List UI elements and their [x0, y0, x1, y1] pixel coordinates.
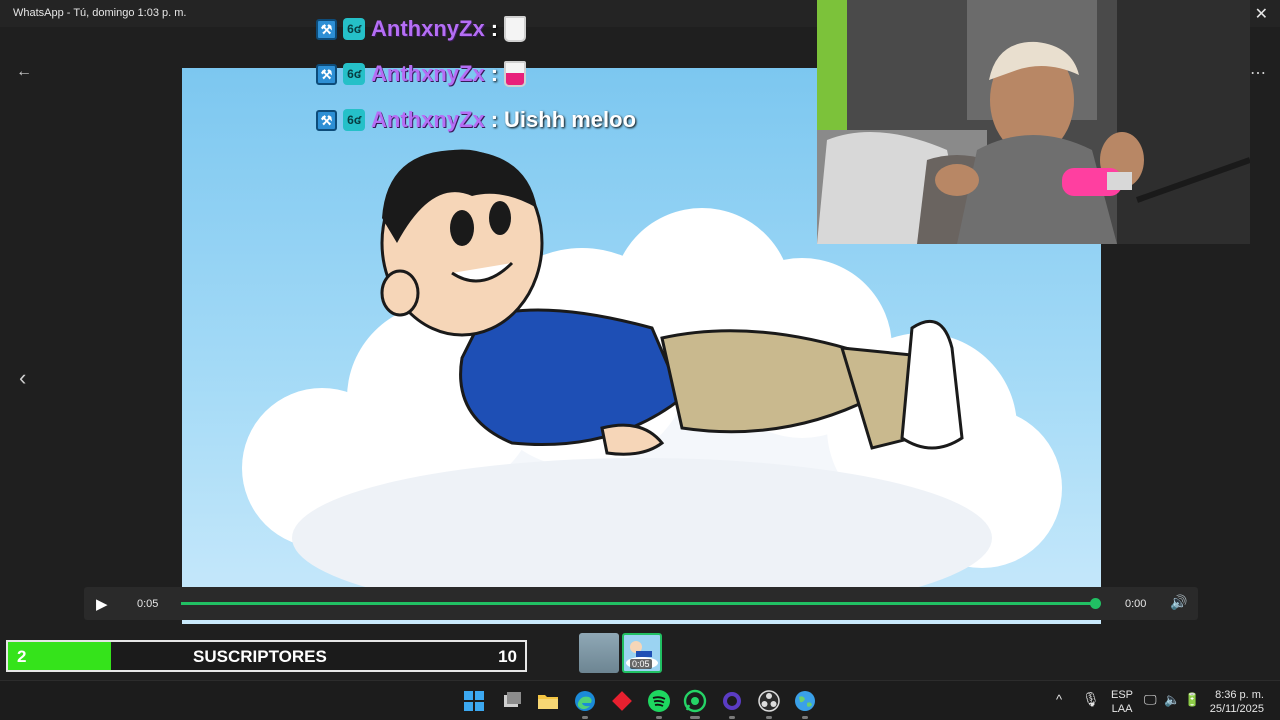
- window-title: WhatsApp - Tú, domingo 1:03 p. m.: [13, 7, 187, 19]
- earth-app-icon[interactable]: [793, 689, 817, 719]
- chat-message-text: Uishh meloo: [504, 107, 637, 132]
- subscriber-badge-icon: 6ʛ: [343, 109, 365, 131]
- more-options-icon[interactable]: ⋯: [1250, 63, 1266, 83]
- cortana-icon[interactable]: [720, 689, 744, 719]
- subscriber-badge-icon: 6ʛ: [343, 18, 365, 40]
- close-icon[interactable]: ✕: [1255, 4, 1268, 24]
- file-explorer-icon[interactable]: [536, 689, 560, 713]
- speaker-icon[interactable]: 🔈: [1164, 692, 1180, 720]
- progress-fill: [181, 602, 1095, 605]
- chat-separator: :: [490, 107, 499, 132]
- chat-message: ⚒ 6ʛ AnthxnyZx :: [316, 16, 527, 42]
- chat-username: AnthxnyZx: [371, 16, 485, 41]
- webcam-feed: [817, 0, 1250, 244]
- subscriber-badge-icon: 6ʛ: [343, 63, 365, 85]
- taskbar: ^ 🎙 ESP LAA 🖵 🔈 🔋 8:36 p. m. 25/11/2025: [0, 680, 1280, 720]
- edge-browser-icon[interactable]: [573, 689, 597, 719]
- task-view-icon[interactable]: [500, 689, 524, 713]
- display-icon[interactable]: 🖵: [1144, 692, 1157, 720]
- microphone-icon[interactable]: 🎙: [1082, 691, 1100, 720]
- subscriber-count: 2: [17, 647, 27, 666]
- thumbnail-duration: 0:05: [630, 659, 652, 669]
- windows-start-icon[interactable]: [462, 689, 486, 713]
- cup-white-emote-icon: [504, 16, 527, 42]
- chat-message: ⚒ 6ʛ AnthxnyZx :: [316, 61, 527, 87]
- chat-username: AnthxnyZx: [371, 61, 485, 86]
- keyboard-layout: LAA: [1111, 703, 1133, 715]
- moderator-badge-icon: ⚒: [316, 18, 337, 40]
- show-hidden-icons-icon[interactable]: ^: [1056, 692, 1062, 720]
- subscriber-label: SUSCRIPTORES: [193, 647, 327, 666]
- git-app-icon[interactable]: [610, 689, 634, 713]
- moderator-badge-icon: ⚒: [316, 109, 337, 131]
- progress-track[interactable]: [181, 598, 1101, 609]
- play-icon[interactable]: ▶: [96, 595, 108, 613]
- chat-message: ⚒ 6ʛ AnthxnyZx : Uishh meloo: [316, 107, 636, 133]
- system-clock[interactable]: 8:36 p. m. 25/11/2025: [1206, 688, 1264, 720]
- language-code: ESP: [1111, 689, 1134, 701]
- previous-media-icon[interactable]: ‹: [19, 365, 26, 391]
- progress-knob[interactable]: [1090, 598, 1101, 609]
- subscriber-goal: 10: [498, 647, 517, 666]
- chat-separator: :: [490, 61, 499, 86]
- media-thumbnail[interactable]: [579, 633, 619, 673]
- media-thumbnail-selected[interactable]: 0:05: [622, 633, 662, 673]
- moderator-badge-icon: ⚒: [316, 63, 337, 85]
- battery-icon[interactable]: 🔋: [1184, 692, 1200, 720]
- chat-separator: :: [490, 16, 499, 41]
- language-indicator[interactable]: ESP LAA: [1111, 688, 1133, 720]
- clock-time: 8:36 p. m.: [1215, 689, 1264, 701]
- chat-username: AnthxnyZx: [371, 107, 485, 132]
- volume-icon[interactable]: 🔊: [1170, 594, 1187, 611]
- current-time: 0:05: [137, 598, 159, 610]
- subscriber-goal-bar: 2 SUSCRIPTORES 10: [6, 640, 527, 672]
- clock-date: 25/11/2025: [1209, 703, 1264, 715]
- obs-icon[interactable]: [757, 689, 781, 719]
- whatsapp-icon[interactable]: [683, 689, 707, 719]
- spotify-icon[interactable]: [647, 689, 671, 719]
- cup-pink-emote-icon: [504, 61, 527, 87]
- end-time: 0:00: [1125, 598, 1147, 610]
- back-arrow-icon[interactable]: ←: [16, 63, 32, 81]
- webcam-scene: [817, 0, 1250, 244]
- media-controls: ▶ 0:05 0:00 🔊: [84, 587, 1198, 620]
